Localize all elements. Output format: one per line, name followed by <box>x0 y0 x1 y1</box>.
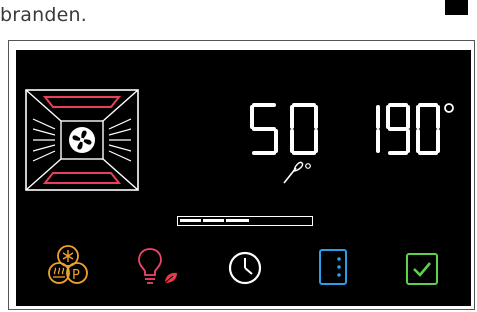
progress-divider <box>224 217 226 225</box>
snowflake-steam-p-icon[interactable]: P <box>47 244 89 288</box>
segment-digit <box>290 103 318 155</box>
clock-icon[interactable] <box>227 250 263 286</box>
lightbulb-leaf-icon[interactable] <box>137 247 183 287</box>
temperature-display[interactable] <box>356 103 446 159</box>
corner-mark <box>445 0 468 15</box>
svg-text:P: P <box>72 268 80 283</box>
time-display[interactable] <box>250 103 322 159</box>
segment-digit <box>386 103 410 155</box>
oven-convection-fan-icon[interactable] <box>25 89 139 191</box>
degree-symbol <box>444 103 454 113</box>
page: branden. P <box>0 0 477 312</box>
progress-bar <box>177 216 313 226</box>
segment-digit <box>250 103 278 155</box>
caption-text: branden. <box>0 4 87 26</box>
progress-fill <box>180 219 249 222</box>
progress-divider <box>201 217 203 225</box>
checkmark-icon[interactable] <box>405 252 439 286</box>
door-menu-icon[interactable] <box>318 248 348 286</box>
segment-digit <box>416 103 440 155</box>
core-probe-icon[interactable] <box>280 159 314 185</box>
